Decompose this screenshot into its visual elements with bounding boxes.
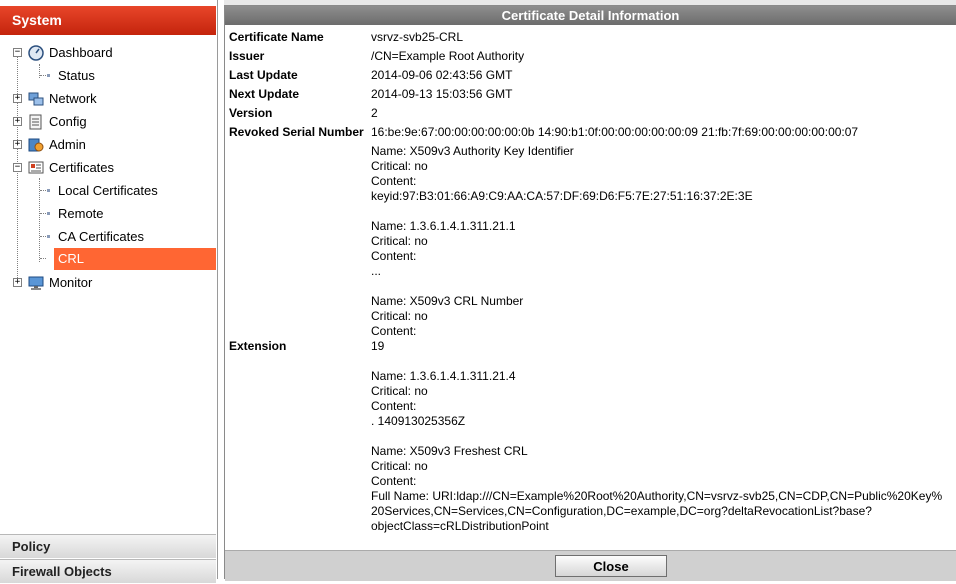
system-header[interactable]: System — [0, 6, 216, 35]
leaf-bullet-icon — [47, 212, 50, 215]
network-icon — [28, 92, 44, 106]
sidebar-item-admin[interactable]: + Admin — [0, 134, 216, 156]
expand-icon[interactable]: + — [13, 117, 22, 126]
extension-line: Content: — [371, 324, 417, 338]
field-key: Next Update — [229, 87, 300, 101]
extension-line: 20Services,CN=Services,CN=Configuration,… — [371, 504, 872, 518]
sidebar-item-label: CRL — [58, 251, 85, 266]
extension-line: Content: — [371, 174, 417, 188]
sidebar-item-local-certificates[interactable]: Local Certificates — [0, 180, 216, 202]
leaf-bullet-icon — [47, 257, 50, 260]
tree-connector — [40, 236, 46, 237]
expand-icon[interactable]: + — [13, 140, 22, 149]
dashboard-icon — [28, 45, 44, 61]
config-icon — [29, 114, 42, 130]
sidebar-item-label: Config — [49, 114, 87, 129]
extension-line: Name: X509v3 CRL Number — [371, 294, 524, 308]
tree-connector — [40, 258, 46, 259]
field-key: Extension — [229, 339, 287, 353]
sidebar-item-dashboard[interactable]: − Dashboard — [0, 42, 216, 64]
leaf-bullet-icon — [47, 235, 50, 238]
leaf-bullet-icon — [47, 189, 50, 192]
extension-line: ... — [371, 264, 382, 278]
expand-icon[interactable]: + — [13, 278, 22, 287]
field-value: 2014-09-06 02:43:56 GMT — [371, 68, 513, 82]
panel-title: Certificate Detail Information — [225, 6, 956, 25]
sidebar-item-crl[interactable]: CRL — [0, 248, 216, 270]
extension-line: Content: — [371, 474, 417, 488]
sidebar-item-status[interactable]: Status — [0, 65, 216, 87]
sidebar-item-label: Status — [58, 68, 95, 83]
field-value: /CN=Example Root Authority — [371, 49, 525, 63]
admin-icon — [28, 138, 44, 152]
extension-line: Name: 1.3.6.1.4.1.311.21.1 — [371, 219, 516, 233]
sidebar-item-label: Local Certificates — [58, 183, 158, 198]
tree-connector — [40, 213, 46, 214]
collapse-icon[interactable]: − — [13, 48, 22, 57]
field-key: Version — [229, 106, 273, 120]
extension-line: Name: X509v3 Authority Key Identifier — [371, 144, 574, 158]
extension-line: . 140913025356Z — [371, 414, 466, 428]
extension-line: 19 — [371, 339, 385, 353]
tree-connector — [40, 75, 46, 76]
sidebar-item-label: CA Certificates — [58, 229, 144, 244]
extension-line: Name: X509v3 Freshest CRL — [371, 444, 528, 458]
certificate-icon — [28, 161, 44, 174]
extension-line: Content: — [371, 399, 417, 413]
sidebar-item-label: Certificates — [49, 160, 115, 175]
sidebar-item-remote[interactable]: Remote — [0, 203, 216, 225]
field-key: Issuer — [229, 49, 265, 63]
field-key: Revoked Serial Number — [229, 125, 364, 139]
extension-line: Full Name: URI:ldap:///CN=Example%20Root… — [371, 489, 943, 503]
extension-line: objectClass=cRLDistributionPoint — [371, 519, 549, 533]
sidebar-item-monitor[interactable]: + Monitor — [0, 272, 216, 294]
extension-line: Critical: no — [371, 384, 428, 398]
extension-line: Content: — [371, 249, 417, 263]
extension-line: Critical: no — [371, 234, 428, 248]
sidebar-item-config[interactable]: + Config — [0, 111, 216, 133]
extension-line: Critical: no — [371, 459, 428, 473]
sidebar-item-label: Remote — [58, 206, 104, 221]
field-key: Last Update — [229, 68, 298, 82]
accordion-policy[interactable]: Policy — [0, 534, 216, 558]
field-value: 2014-09-13 15:03:56 GMT — [371, 87, 513, 101]
sidebar: System − Dashboard Status + Network + Co… — [0, 0, 218, 583]
sidebar-item-label: Dashboard — [49, 45, 113, 60]
sidebar-item-ca-certificates[interactable]: CA Certificates — [0, 226, 216, 248]
tree-connector — [40, 190, 46, 191]
sidebar-item-certificates[interactable]: − Certificates — [0, 157, 216, 179]
field-key: Certificate Name — [229, 30, 324, 44]
collapse-icon[interactable]: − — [13, 163, 22, 172]
monitor-icon — [28, 276, 44, 290]
extension-line: Critical: no — [371, 159, 428, 173]
close-button[interactable]: Close — [555, 555, 667, 577]
sidebar-item-label: Admin — [49, 137, 86, 152]
extension-line: Critical: no — [371, 309, 428, 323]
field-value: vsrvz-svb25-CRL — [371, 30, 464, 44]
certificate-detail-panel: Certificate Detail Information Certifica… — [224, 5, 956, 581]
sidebar-item-label: Monitor — [49, 275, 93, 290]
sidebar-item-label: Network — [49, 91, 97, 106]
extension-line: Name: 1.3.6.1.4.1.311.21.4 — [371, 369, 516, 383]
extension-line: keyid:97:B3:01:66:A9:C9:AA:CA:57:DF:69:D… — [371, 189, 753, 203]
leaf-bullet-icon — [47, 74, 50, 77]
sidebar-item-network[interactable]: + Network — [0, 88, 216, 110]
field-value: 2 — [371, 106, 378, 120]
expand-icon[interactable]: + — [13, 94, 22, 103]
field-value: 16:be:9e:67:00:00:00:00:00:0b 14:90:b1:0… — [371, 125, 859, 139]
accordion-firewall-objects[interactable]: Firewall Objects — [0, 559, 216, 583]
panel-footer: Close — [225, 550, 956, 581]
